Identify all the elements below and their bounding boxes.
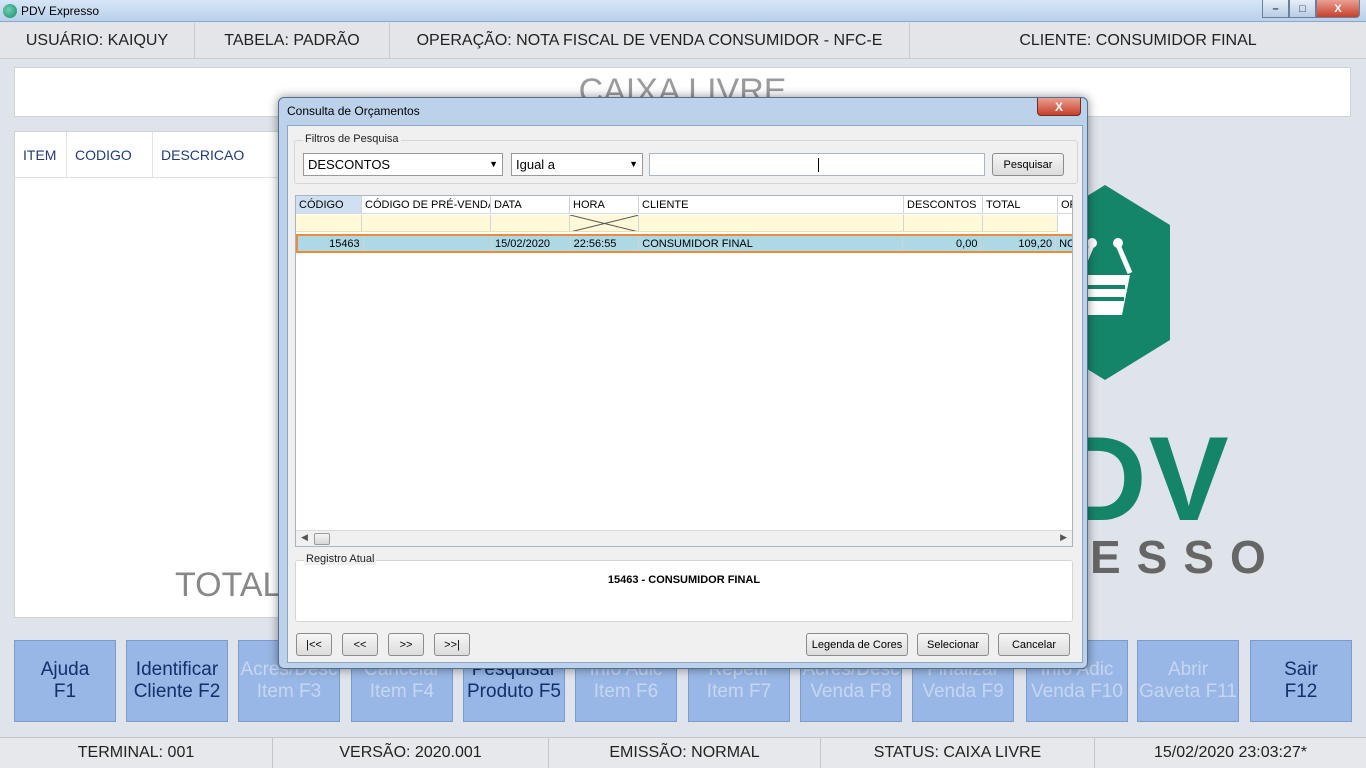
column-total[interactable]: TOTAL — [983, 196, 1058, 213]
column-codigo[interactable]: CÓDIGO — [296, 196, 362, 213]
minimize-icon: – — [1272, 2, 1279, 15]
items-table: ITEM CODIGO DESCRICAO — [14, 131, 314, 618]
filters-group: Filtros de Pesquisa DESCONTOS ▼ Igual a … — [294, 133, 1078, 184]
cell-cliente: CONSUMIDOR FINAL — [639, 236, 903, 251]
status-label: STATUS: CAIXA LIVRE — [821, 738, 1095, 768]
chevron-down-icon: ▼ — [629, 159, 638, 169]
cell-descontos: 0,00 — [903, 236, 982, 251]
cell-op: NC — [1059, 237, 1072, 250]
usuario-label: USUÁRIO: KAIQUY — [0, 23, 195, 58]
filter-cell[interactable] — [491, 215, 570, 231]
logo-subtitle: ESSO — [1090, 531, 1282, 583]
filter-cell[interactable] — [904, 215, 983, 231]
datetime-label: 15/02/2020 23:03:27* — [1153, 744, 1308, 761]
consulta-orcamentos-dialog: Consulta de Orçamentos X Filtros de Pesq… — [278, 97, 1088, 669]
scroll-thumb[interactable] — [314, 533, 330, 545]
nav-first-button[interactable]: |<< — [296, 633, 332, 656]
emissao-label: EMISSÃO: NORMAL — [549, 738, 821, 768]
column-op[interactable]: OP — [1058, 196, 1072, 213]
filters-legend: Filtros de Pesquisa — [303, 133, 401, 145]
maximize-icon: □ — [1299, 2, 1306, 15]
terminal-label: TERMINAL: 001 — [0, 738, 273, 768]
fkey-sair[interactable]: Sair F12 — [1250, 640, 1352, 722]
session-info-bar: USUÁRIO: KAIQUY TABELA: PADRÃO OPERAÇÃO:… — [0, 23, 1366, 59]
close-window-button[interactable]: X — [1316, 0, 1360, 18]
chevron-down-icon: ▼ — [489, 159, 498, 169]
filter-cell[interactable] — [639, 215, 904, 231]
legenda-cores-button[interactable]: Legenda de Cores — [806, 633, 908, 656]
cell-pre-venda — [364, 236, 492, 251]
dialog-close-button[interactable]: X — [1037, 98, 1081, 116]
nav-last-button[interactable]: >>| — [434, 633, 470, 656]
cancelar-button[interactable]: Cancelar — [998, 633, 1070, 656]
status-bar: TERMINAL: 001 VERSÃO: 2020.001 EMISSÃO: … — [0, 737, 1366, 768]
scroll-left-icon[interactable]: ◀ — [301, 532, 308, 543]
dialog-title: Consulta de Orçamentos — [287, 104, 420, 118]
total-label: TOTAL — [175, 566, 282, 604]
horizontal-scrollbar[interactable]: ◀ ▶ — [296, 530, 1072, 546]
column-data[interactable]: DATA — [491, 196, 570, 213]
operacao-label: OPERAÇÃO: NOTA FISCAL DE VENDA CONSUMIDO… — [390, 23, 910, 58]
column-cliente[interactable]: CLIENTE — [639, 196, 904, 213]
column-item: ITEM — [15, 132, 67, 177]
field-select[interactable]: DESCONTOS ▼ — [303, 153, 503, 176]
nav-prev-button[interactable]: << — [342, 633, 378, 656]
close-icon: X — [1334, 2, 1342, 15]
app-logo-icon — [3, 4, 17, 18]
column-hora[interactable]: HORA — [570, 196, 639, 213]
items-table-header: ITEM CODIGO DESCRICAO — [15, 132, 313, 178]
filter-cell[interactable] — [362, 215, 491, 231]
versao-label: VERSÃO: 2020.001 — [273, 738, 549, 768]
registro-value: 15463 - CONSUMIDOR FINAL — [607, 574, 761, 586]
fkey-abrir-gaveta[interactable]: Abrir Gaveta F11 — [1137, 640, 1239, 722]
orcamentos-grid: CÓDIGO CÓDIGO DE PRÉ-VENDA DATA HORA CLI… — [295, 195, 1073, 547]
window-controls: – □ X — [1262, 0, 1360, 18]
column-descontos[interactable]: DESCONTOS — [904, 196, 983, 213]
text-caret — [818, 158, 819, 172]
fkey-identificar-cliente[interactable]: Identificar Cliente F2 — [126, 640, 228, 722]
column-codigo-pre-venda[interactable]: CÓDIGO DE PRÉ-VENDA — [362, 196, 491, 213]
cliente-label: CLIENTE: CONSUMIDOR FINAL — [1019, 31, 1257, 49]
cell-data: 15/02/2020 — [492, 236, 571, 251]
cross-icon — [570, 215, 638, 231]
registro-atual-group: Registro Atual 15463 - CONSUMIDOR FINAL — [295, 553, 1073, 622]
close-icon: X — [1054, 99, 1063, 114]
operator-select[interactable]: Igual a ▼ — [511, 153, 643, 176]
cell-hora: 22:56:55 — [571, 236, 640, 251]
filter-cell[interactable] — [570, 215, 639, 231]
registro-legend: Registro Atual — [304, 553, 377, 565]
selecionar-button[interactable]: Selecionar — [917, 633, 989, 656]
filter-cell[interactable] — [296, 215, 362, 231]
dialog-body: Filtros de Pesquisa DESCONTOS ▼ Igual a … — [287, 125, 1083, 663]
minimize-button[interactable]: – — [1262, 0, 1289, 18]
pesquisar-button[interactable]: Pesquisar — [992, 153, 1064, 176]
scroll-right-icon[interactable]: ▶ — [1060, 532, 1067, 543]
window-title: PDV Expresso — [21, 4, 100, 18]
fkey-ajuda[interactable]: Ajuda F1 — [14, 640, 116, 722]
operator-select-value: Igual a — [516, 157, 556, 172]
search-input[interactable] — [649, 153, 985, 176]
grid-header-row: CÓDIGO CÓDIGO DE PRÉ-VENDA DATA HORA CLI… — [296, 196, 1072, 214]
cell-codigo: 15463 — [298, 236, 364, 251]
field-select-value: DESCONTOS — [308, 157, 391, 172]
window-titlebar: PDV Expresso – □ X — [0, 0, 1366, 22]
filter-cell[interactable] — [983, 215, 1058, 231]
grid-filter-row — [296, 215, 1058, 232]
column-codigo: CODIGO — [67, 132, 153, 177]
table-row[interactable]: 15463 15/02/2020 22:56:55 CONSUMIDOR FIN… — [296, 234, 1072, 253]
cell-total: 109,20 — [981, 236, 1057, 251]
tabela-label: TABELA: PADRÃO — [195, 23, 390, 58]
maximize-button[interactable]: □ — [1289, 0, 1316, 18]
nav-next-button[interactable]: >> — [388, 633, 424, 656]
